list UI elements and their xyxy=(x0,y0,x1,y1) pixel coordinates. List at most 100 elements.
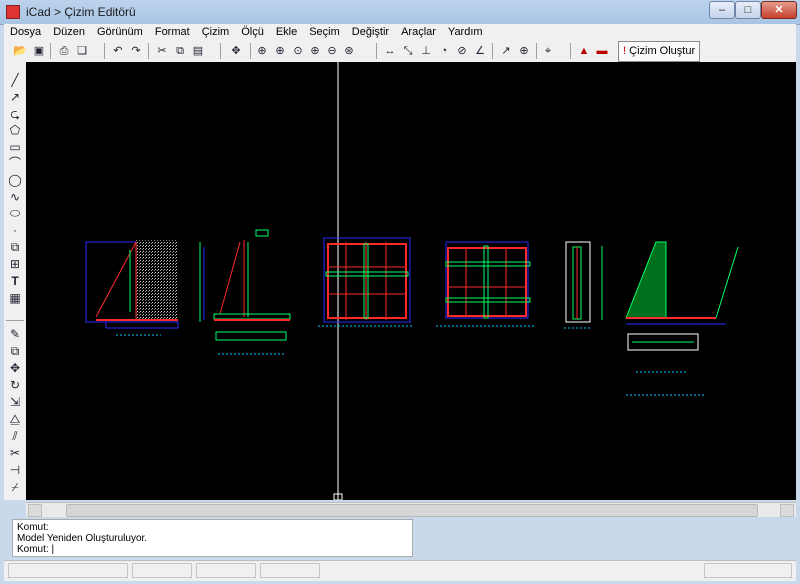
dimension-radius-icon[interactable]: ◔ xyxy=(436,43,452,59)
hatch-icon[interactable]: ▬ xyxy=(594,43,610,59)
menu-degistir[interactable]: Değiştir xyxy=(346,24,395,40)
command-history-line: Komut: xyxy=(17,522,49,533)
menu-ekle[interactable]: Ekle xyxy=(270,24,303,40)
drawing-frame-grid xyxy=(318,237,414,327)
toolbar-separator xyxy=(536,43,537,59)
layer-icon[interactable]: ▲ xyxy=(576,43,592,59)
menu-yardim[interactable]: Yardım xyxy=(442,24,489,40)
cizim-olustur-icon: ǃ xyxy=(623,45,627,57)
trim-icon[interactable]: ✂ xyxy=(7,445,23,461)
drawing-column-detail xyxy=(564,241,603,329)
paste-special-icon[interactable]: ▤ xyxy=(190,43,206,59)
menu-olcu[interactable]: Ölçü xyxy=(235,24,270,40)
zoom-realtime-icon[interactable]: ⊕ xyxy=(272,43,288,59)
insert-icon[interactable]: ⊞ xyxy=(7,256,23,272)
dimension-linear-icon[interactable]: ↔ xyxy=(382,43,398,59)
line-icon[interactable]: ╱ xyxy=(7,72,23,88)
menu-cizim[interactable]: Çizim xyxy=(196,24,236,40)
menu-gorunum[interactable]: Görünüm xyxy=(91,24,149,40)
draw-toolbar: ╱ ↗ ⮎ ⬠ ▭ ⌒ ◯ ∿ ⬭ · ⧉ ⊞ T ▦ ✎ ⧉ ✥ ↻ ⇲ ⧋ … xyxy=(4,62,27,500)
title-bar: iCad > Çizim Editörü – □ ✕ xyxy=(0,0,800,25)
zoom-in-icon[interactable]: ⊕ xyxy=(307,43,323,59)
zoom-extents-icon[interactable]: ⊙ xyxy=(290,43,306,59)
offset-icon[interactable]: ⫽ xyxy=(7,428,23,444)
save-icon[interactable]: ▣ xyxy=(31,43,47,59)
cut-icon[interactable]: ✂ xyxy=(154,43,170,59)
dimension-ordinate-icon[interactable]: ⊥ xyxy=(418,43,434,59)
hatch-tool-icon[interactable]: ▦ xyxy=(7,290,23,306)
drawing-tapered-wall xyxy=(625,241,739,396)
text-icon[interactable]: T xyxy=(7,273,23,289)
drawing-svg xyxy=(85,62,739,500)
rectangle-icon[interactable]: ▭ xyxy=(7,139,23,155)
toolbar-separator xyxy=(148,43,149,59)
point-icon[interactable]: · xyxy=(7,222,23,238)
status-cell xyxy=(704,563,792,578)
dimension-angle-icon[interactable]: ∠ xyxy=(472,43,488,59)
command-panel[interactable]: Komut: Model Yeniden Oluşturuluyor. Komu… xyxy=(12,519,413,557)
maximize-button[interactable]: □ xyxy=(735,1,761,19)
ellipse-icon[interactable]: ⬭ xyxy=(7,205,23,221)
scale-icon[interactable]: ⇲ xyxy=(7,394,23,410)
dimension-diameter-icon[interactable]: ⊘ xyxy=(454,43,470,59)
cizim-olustur-label: Çizim Oluştur xyxy=(629,45,696,57)
redo-icon[interactable]: ↷ xyxy=(128,43,144,59)
print-preview-icon[interactable]: ⎙ xyxy=(56,43,72,59)
copy-icon[interactable]: ⧉ xyxy=(172,43,188,59)
menu-dosya[interactable]: Dosya xyxy=(4,24,47,40)
menu-format[interactable]: Format xyxy=(149,24,196,40)
arc-icon[interactable]: ⌒ xyxy=(7,155,23,171)
close-button[interactable]: ✕ xyxy=(761,1,797,19)
paste-icon[interactable]: ❏ xyxy=(74,43,90,59)
pan-icon[interactable]: ✥ xyxy=(228,43,244,59)
minimize-button[interactable]: – xyxy=(709,1,735,19)
block-icon[interactable]: ⧉ xyxy=(7,239,23,255)
horizontal-scrollbar[interactable] xyxy=(26,502,796,517)
move-icon[interactable]: ✥ xyxy=(7,360,23,376)
drawing-canvas[interactable] xyxy=(26,62,796,500)
toolbar-separator xyxy=(6,320,24,321)
status-cell xyxy=(132,563,192,578)
command-input-line[interactable]: Komut: | xyxy=(17,544,408,555)
leader-icon[interactable]: ↗ xyxy=(498,43,514,59)
menu-araclar[interactable]: Araçlar xyxy=(395,24,442,40)
rotate-icon[interactable]: ↻ xyxy=(7,377,23,393)
break-icon[interactable]: ⌿ xyxy=(7,479,23,495)
scroll-thumb[interactable] xyxy=(66,504,758,517)
ray-icon[interactable]: ↗ xyxy=(7,89,23,105)
menu-duzen[interactable]: Düzen xyxy=(47,24,91,40)
drawing-wall-section xyxy=(85,240,179,336)
open-icon[interactable]: 📂 xyxy=(12,43,28,59)
center-mark-icon[interactable]: ⊕ xyxy=(516,43,532,59)
snap-icon[interactable]: ⌖ xyxy=(540,43,556,59)
status-cell xyxy=(260,563,320,578)
zoom-out-icon[interactable]: ⊖ xyxy=(324,43,340,59)
polyline-icon[interactable]: ⮎ xyxy=(7,106,23,122)
toolbar-separator xyxy=(570,43,571,59)
dimension-aligned-icon[interactable]: ⤡ xyxy=(400,43,416,59)
scroll-right-button[interactable] xyxy=(780,504,794,517)
zoom-all-icon[interactable]: ⊛ xyxy=(341,43,357,59)
status-bar xyxy=(4,560,796,581)
copy-tool-icon[interactable]: ⧉ xyxy=(7,343,23,359)
menu-bar: Dosya Düzen Görünüm Format Çizim Ölçü Ekle Seçi… xyxy=(4,24,796,40)
zoom-window-icon[interactable]: ⊕ xyxy=(254,43,270,59)
toolbar-separator xyxy=(376,43,377,59)
cizim-olustur-button[interactable]: ǃ Çizim Oluştur xyxy=(618,41,701,62)
spline-icon[interactable]: ∿ xyxy=(7,189,23,205)
undo-icon[interactable]: ↶ xyxy=(110,43,126,59)
toolbar-separator xyxy=(492,43,493,59)
main-toolbar: 📂 ▣ ⎙ ❏ ↶ ↷ ✂ ⧉ ▤ ✥ ⊕ ⊕ ⊙ ⊕ ⊖ ⊛ ↔ ⤡ ⊥ ◔ … xyxy=(4,40,796,63)
scroll-left-button[interactable] xyxy=(28,504,42,517)
circle-icon[interactable]: ◯ xyxy=(7,172,23,188)
menu-secim[interactable]: Seçim xyxy=(303,24,346,40)
erase-icon[interactable]: ✎ xyxy=(7,326,23,342)
mirror-icon[interactable]: ⧋ xyxy=(7,411,23,427)
toolbar-separator xyxy=(250,43,251,59)
toolbar-separator xyxy=(220,43,221,59)
polygon-icon[interactable]: ⬠ xyxy=(7,122,23,138)
command-history-line: Model Yeniden Oluşturuluyor. xyxy=(17,533,148,544)
status-cell xyxy=(8,563,128,578)
app-icon xyxy=(6,5,20,19)
extend-icon[interactable]: ⊣ xyxy=(7,462,23,478)
